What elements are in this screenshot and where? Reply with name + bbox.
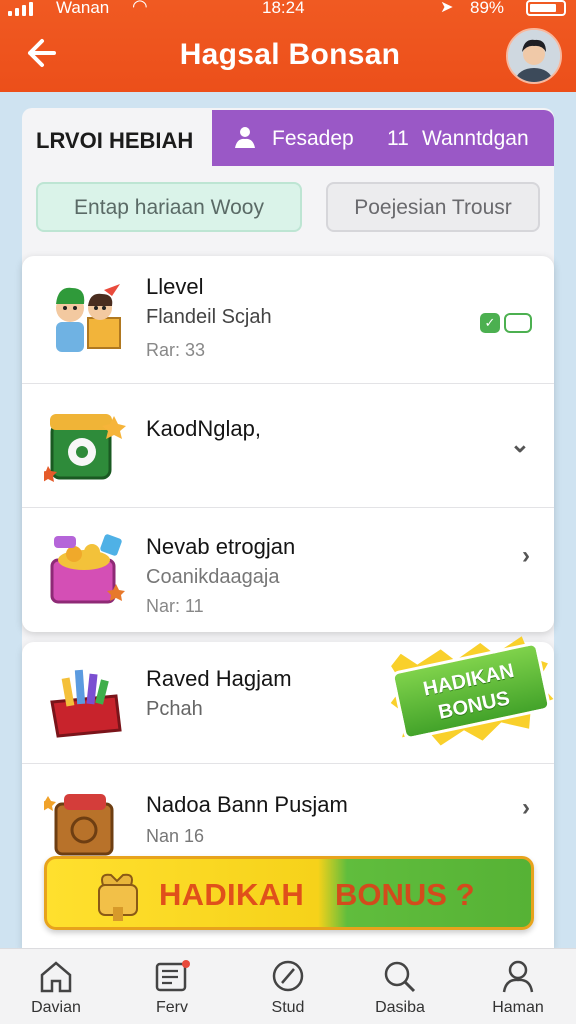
item-meta: Rar: 33 [146, 340, 206, 360]
chevron-right-icon[interactable]: › [522, 794, 530, 822]
chevron-down-icon[interactable]: ⌄ [510, 430, 530, 459]
item-subtitle: Coanikdaagaja [146, 566, 280, 588]
news-icon [155, 960, 190, 992]
promo-banner-button[interactable]: HADIKAH BONUS ? [44, 856, 534, 930]
tab-level[interactable]: LRVOI HEBIAH [36, 128, 193, 154]
carrier-name: Wanan [56, 0, 110, 17]
item-title: Nevab etrogjan [146, 534, 296, 559]
battery-icon [526, 0, 566, 16]
filter-chip[interactable]: Poejesian Trousr [326, 182, 540, 232]
profile-icon [502, 960, 534, 993]
nav-item-news[interactable]: Ferv [122, 959, 222, 1017]
app-header: Wanan ◠ 18:24 ➤ 89% Hagsal Bonsan [0, 0, 576, 92]
battery-percent: 89% [470, 0, 505, 17]
nav-label: Ferv [156, 999, 188, 1016]
status-time: 18:24 [262, 0, 305, 17]
tab-history-sublabel: Wanntdgan [422, 127, 529, 150]
nav-item-home[interactable]: Davian [6, 959, 106, 1017]
tab-history[interactable]: Fesadep 11 Wanntdgan [212, 110, 554, 166]
list-item[interactable]: KaodNglap, ⌄ [22, 384, 554, 508]
item-meta: Nan 16 [146, 826, 205, 846]
signal-icon [8, 2, 33, 16]
item-subtitle: Flandeil Scjah [146, 306, 272, 328]
item-title: KaodNglap, [146, 416, 261, 441]
gift-tag-icon [98, 873, 138, 921]
search-icon [384, 961, 416, 993]
promo-text-a: HADIKAH [159, 877, 305, 912]
back-arrow-icon[interactable] [22, 36, 58, 72]
list-item[interactable]: Llevel Flandeil Scjah Rar: 33 ✓ [22, 256, 554, 384]
nav-item-explore[interactable]: Stud [238, 959, 338, 1017]
nav-item-search[interactable]: Dasiba [350, 959, 450, 1017]
bottom-nav: Davian Ferv Stud Dasiba Haman [0, 948, 576, 1024]
nav-label: Dasiba [375, 999, 425, 1016]
toggle-switch[interactable]: ✓ [480, 313, 532, 333]
kids-gift-icon [44, 274, 128, 358]
nav-item-profile[interactable]: Haman [468, 959, 568, 1017]
promo-text-b: BONUS ? [335, 877, 475, 912]
check-icon: ✓ [480, 313, 500, 333]
home-icon [40, 961, 72, 993]
ticket-icon [40, 404, 128, 488]
compass-icon [272, 960, 304, 992]
tab-history-count: 11 [387, 127, 409, 150]
gift-bag-icon [44, 660, 128, 744]
item-title: Raved Hagjam [146, 666, 292, 691]
filter-chip-active[interactable]: Entap hariaan Wooy [36, 182, 302, 232]
wooden-box-icon [40, 780, 128, 864]
location-arrow-icon: ➤ [440, 0, 454, 16]
avatar[interactable] [506, 28, 562, 84]
item-meta: Nar: 11 [146, 596, 204, 616]
tab-history-label: Fesadep [272, 127, 354, 150]
wifi-icon: ◠ [132, 0, 148, 16]
user-icon [232, 124, 258, 150]
status-bar: Wanan ◠ 18:24 ➤ 89% [0, 0, 576, 22]
nav-label: Haman [492, 999, 544, 1016]
bonus-list: Llevel Flandeil Scjah Rar: 33 ✓ KaodNgla… [22, 256, 554, 632]
item-title: Llevel [146, 274, 204, 299]
treasure-box-icon [44, 526, 128, 610]
chevron-right-icon[interactable]: › [522, 542, 530, 570]
list-item[interactable]: Nevab etrogjan Coanikdaagaja Nar: 11 › [22, 508, 554, 632]
page-title: Hagsal Bonsan [179, 38, 401, 71]
item-subtitle: Pchah [146, 698, 203, 720]
item-title: Nadoa Bann Pusjam [146, 792, 348, 817]
toggle-track [504, 313, 532, 333]
nav-label: Stud [271, 999, 305, 1016]
bonus-badge[interactable]: HADIKAN BONUS [389, 635, 554, 746]
nav-label: Davian [31, 999, 81, 1016]
